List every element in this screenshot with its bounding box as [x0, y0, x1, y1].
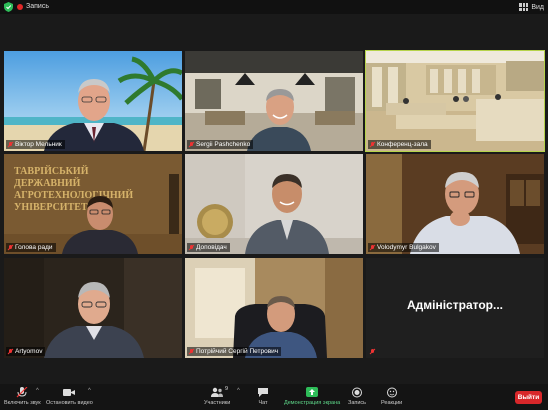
- share-screen-button[interactable]: Демонстрация экрана: [284, 387, 340, 406]
- participant-name: Віктор Мельник: [15, 141, 62, 148]
- view-label: Вид: [531, 3, 544, 11]
- participant-name-tag: Конференц-зала: [368, 140, 431, 149]
- muted-mic-icon: [8, 244, 13, 251]
- grid-view-icon: [519, 3, 529, 11]
- video-options-caret-icon[interactable]: ^: [88, 388, 91, 394]
- participants-icon: [211, 387, 224, 397]
- participant-name-tag: Volodymyr Bulgakov: [368, 243, 439, 252]
- participant-name-tag: Потрійчий Сергій Петрович: [187, 347, 282, 356]
- video-tile-administrator[interactable]: Адміністратор...: [366, 258, 544, 358]
- stop-video-label: Остановить видео: [46, 400, 93, 406]
- recording-label: Запись: [26, 3, 49, 10]
- recording-indicator-icon: [17, 4, 23, 10]
- chat-label: Чат: [258, 400, 268, 406]
- participant-name-tag: Доповідач: [187, 243, 230, 252]
- video-tile-holova-rady[interactable]: ТАВРІЙСЬКИЙ ДЕРЖАВНИЙ АГРОТЕХНОЛОГІЧНИЙ УНІ…: [4, 154, 182, 254]
- muted-mic-icon: [189, 244, 194, 251]
- record-button[interactable]: Запись: [348, 387, 366, 406]
- participant-video: [366, 154, 544, 254]
- participant-video: [185, 258, 363, 358]
- stop-video-button[interactable]: Остановить видео: [46, 387, 93, 406]
- participant-name: Конференц-зала: [377, 141, 428, 148]
- video-tile-conference-hall[interactable]: Конференц-зала: [365, 50, 545, 152]
- participant-name-tag: Голова ради: [6, 243, 56, 252]
- view-button[interactable]: Вид: [519, 1, 544, 13]
- meeting-toolbar: Включить звук ^ Остановить видео ^ Участ…: [0, 384, 548, 410]
- participant-name-tag: Artyomov: [6, 347, 46, 356]
- video-camera-icon: [63, 389, 76, 396]
- participants-options-caret-icon[interactable]: ^: [237, 388, 240, 394]
- participant-video: [185, 154, 363, 254]
- participants-label: Участники: [204, 400, 231, 406]
- chat-bubble-icon: [258, 388, 268, 397]
- reactions-button[interactable]: Реакции: [381, 387, 402, 406]
- participant-name-tag: Sergii Pashchenko: [187, 140, 254, 149]
- video-tile-viktor-melnyk[interactable]: Віктор Мельник: [4, 51, 182, 151]
- muted-mic-icon: [16, 387, 28, 398]
- audio-options-caret-icon[interactable]: ^: [36, 388, 39, 394]
- muted-mic-icon: [370, 141, 375, 148]
- participant-name: Volodymyr Bulgakov: [377, 244, 436, 251]
- muted-mic-icon: [189, 141, 194, 148]
- participant-name: Sergii Pashchenko: [196, 141, 251, 148]
- share-screen-icon: [306, 387, 319, 397]
- muted-mic-icon: [189, 348, 194, 355]
- leave-meeting-button[interactable]: Выйти: [515, 391, 542, 404]
- unmute-label: Включить звук: [4, 400, 41, 406]
- meeting-top-bar: Запись Вид: [0, 0, 548, 14]
- participant-display-name: Адміністратор...: [406, 298, 503, 312]
- participant-video: [4, 51, 182, 151]
- video-tile-potriychiy[interactable]: Потрійчий Сергій Петрович: [185, 258, 363, 358]
- participant-video: [185, 51, 363, 151]
- share-screen-label: Демонстрация экрана: [284, 400, 341, 406]
- video-tile-artyomov[interactable]: Artyomov: [4, 258, 182, 358]
- participant-name-tag: [368, 347, 378, 356]
- record-icon: [352, 387, 363, 398]
- muted-mic-icon: [8, 141, 13, 148]
- muted-mic-icon: [8, 348, 13, 355]
- participant-video: [366, 51, 544, 151]
- participant-name-tag: Віктор Мельник: [6, 140, 65, 149]
- participant-name: Artyomov: [15, 348, 43, 355]
- participant-name: Голова ради: [15, 244, 53, 251]
- participant-name: Доповідач: [196, 244, 227, 251]
- muted-mic-icon: [370, 348, 375, 355]
- video-tile-sergii-pashchenko[interactable]: Sergii Pashchenko: [185, 51, 363, 151]
- chat-button[interactable]: Чат: [256, 387, 270, 406]
- participant-video: ТАВРІЙСЬКИЙ ДЕРЖАВНИЙ АГРОТЕХНОЛОГІЧНИЙ УНІ…: [4, 154, 182, 254]
- participant-video: [4, 258, 182, 358]
- record-label: Запись: [348, 400, 367, 406]
- shield-icon[interactable]: [4, 2, 13, 12]
- smiley-reaction-icon: [386, 387, 397, 398]
- reactions-label: Реакции: [381, 400, 403, 406]
- video-tile-dopovidach[interactable]: Доповідач: [185, 154, 363, 254]
- video-tile-volodymyr-bulgakov[interactable]: Volodymyr Bulgakov: [366, 154, 544, 254]
- participants-count: 9: [225, 386, 229, 392]
- muted-mic-icon: [370, 244, 375, 251]
- participant-name: Потрійчий Сергій Петрович: [196, 348, 279, 355]
